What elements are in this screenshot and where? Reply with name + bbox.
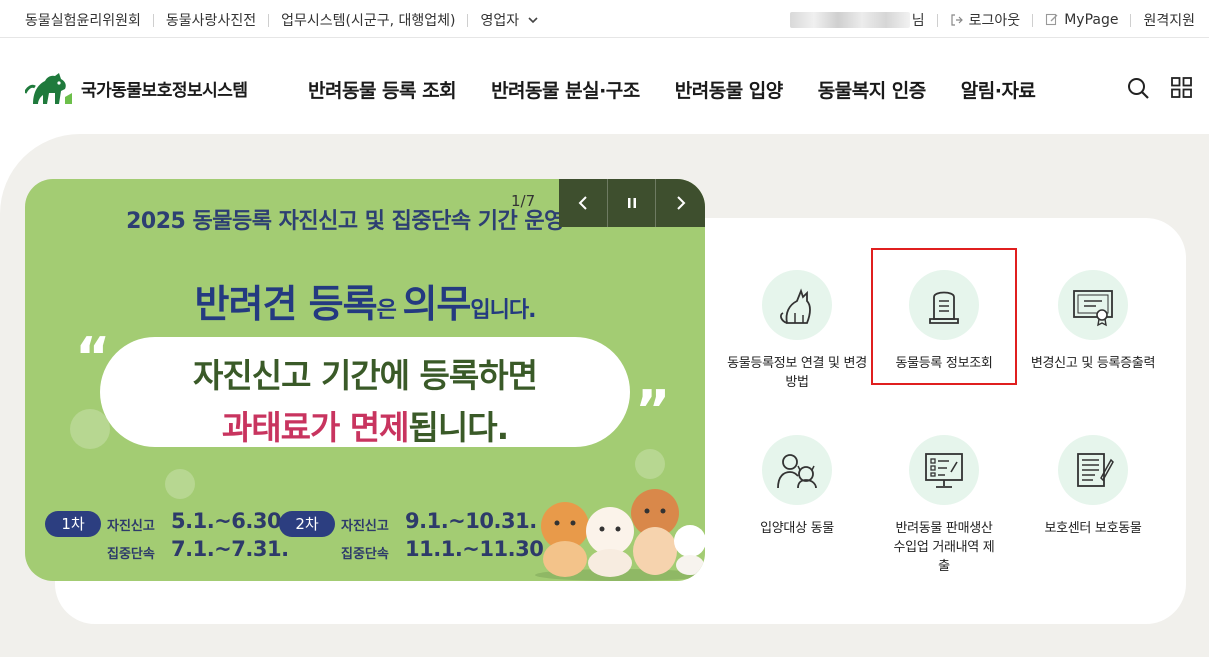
link-photo-contest[interactable]: 동물사랑사진전 (166, 10, 256, 30)
divider (1130, 13, 1132, 27)
selection-highlight-box (871, 248, 1017, 385)
main-nav: 반려동물 등록 조회 반려동물 분실·구조 반려동물 입양 동물복지 인증 알림… (308, 76, 1070, 103)
bubble-line-2: 과태료가 면제됩니다. (100, 401, 630, 449)
nav-pet-registration-lookup[interactable]: 반려동물 등록 조회 (308, 76, 457, 103)
search-icon[interactable] (1127, 77, 1149, 99)
promo-banner[interactable]: 2025 동물등록 자진신고 및 집중단속 기간 운영 반려견 등록은 의무입니… (25, 179, 705, 581)
site-header: 국가동물보호정보시스템 반려동물 등록 조회 반려동물 분실·구조 반려동물 입… (0, 39, 1209, 134)
banner-main-d: 입니다. (470, 298, 536, 323)
utility-links: 동물실험윤리위원회 동물사랑사진전 업무시스템(시군구, 대행업체) 영업자 (25, 10, 539, 30)
quick-menu-item-trade-history-submit[interactable]: 반려동물 판매생산수입업 거래내역 제출 (869, 435, 1019, 576)
round-1-badge: 1차 (45, 511, 101, 537)
round-2-badge: 2차 (279, 511, 335, 537)
chevron-right-icon (676, 196, 686, 210)
logout-icon (951, 14, 963, 26)
divider (1032, 13, 1034, 27)
prev-slide-button[interactable] (559, 179, 608, 227)
slide-counter: 1/7 (511, 192, 536, 210)
link-business-operator[interactable]: 영업자 (480, 10, 538, 30)
round-1-crack-dates: 7.1.~7.31. (171, 537, 289, 561)
cat-icon (780, 288, 811, 324)
speech-bubble: 자진신고 기간에 등록하면 과태료가 면제됩니다. (100, 337, 630, 447)
paw-decoration (165, 469, 195, 499)
quick-menu-label: 변경신고 및 등록증출력 (1030, 356, 1156, 371)
nav-welfare-certification[interactable]: 동물복지 인증 (818, 76, 927, 103)
quick-menu-icon-circle (762, 435, 832, 505)
close-quote: ” (635, 379, 671, 442)
chevron-left-icon (578, 196, 587, 210)
nav-lost-rescue[interactable]: 반려동물 분실·구조 (491, 76, 640, 103)
quick-menu-icon-circle (1058, 270, 1128, 340)
puppies-illustration (535, 489, 705, 581)
chevron-down-icon (528, 17, 538, 24)
banner-main-text: 반려견 등록은 의무입니다. (25, 273, 705, 328)
divider (268, 13, 270, 27)
round-2-self-label: 자진신고 (341, 519, 389, 534)
all-menu-icon[interactable] (1171, 77, 1192, 98)
banner-main-b: 은 (376, 298, 403, 323)
business-operator-label: 영업자 (480, 13, 520, 29)
round-2-crack-label: 집중단속 (341, 547, 389, 562)
logo-icon (25, 73, 72, 104)
quick-menu-icon-circle (909, 435, 979, 505)
site-logo[interactable]: 국가동물보호정보시스템 (25, 71, 248, 105)
round-1-self-dates: 5.1.~6.30. (171, 509, 289, 533)
user-links: 님 로그아웃 MyPage 원격지원 (789, 10, 1195, 30)
divider (467, 13, 469, 27)
quick-menu-icon-circle (1058, 435, 1128, 505)
quick-menu-label: 보호센터 보호동물 (1044, 521, 1142, 536)
pause-slide-button[interactable] (608, 179, 657, 227)
round-1-crack-label: 집중단속 (107, 547, 155, 562)
quick-menu-item-shelter-animals[interactable]: 보호센터 보호동물 (1018, 435, 1168, 538)
notepad-icon (1077, 453, 1114, 487)
pause-icon (627, 198, 636, 208)
person-dog-icon (777, 454, 817, 489)
quick-menu-label: 반려동물 판매생산수입업 거래내역 제출 (893, 521, 995, 574)
link-animal-ethics-committee[interactable]: 동물실험윤리위원회 (25, 10, 141, 30)
quick-menu-item-change-report-print[interactable]: 변경신고 및 등록증출력 (1018, 270, 1168, 373)
slider-controls (559, 179, 705, 227)
top-utility-bar: 동물실험윤리위원회 동물사랑사진전 업무시스템(시군구, 대행업체) 영업자 님… (0, 0, 1209, 38)
certificate-icon (1073, 290, 1113, 327)
logo-title: 국가동물보호정보시스템 (81, 80, 248, 101)
nav-notices-resources[interactable]: 알림·자료 (961, 76, 1036, 103)
remote-support-link[interactable]: 원격지원 (1143, 10, 1195, 30)
mypage-label: MyPage (1064, 12, 1119, 28)
edit-icon (1046, 13, 1058, 26)
round-1-self-label: 자진신고 (107, 519, 155, 534)
link-work-system[interactable]: 업무시스템(시군구, 대행업체) (281, 10, 455, 30)
next-slide-button[interactable] (656, 179, 705, 227)
monitor-list-icon (925, 453, 963, 488)
quick-menu-label: 동물등록정보 연결 및 변경방법 (727, 356, 867, 390)
bubble-line-1: 자진신고 기간에 등록하면 (193, 356, 538, 395)
divider (152, 13, 154, 27)
user-suffix: 님 (911, 13, 925, 29)
logout-link[interactable]: 로그아웃 (950, 10, 1021, 30)
header-actions (1127, 77, 1192, 99)
round-2-self-dates: 9.1.~10.31. (405, 509, 537, 533)
quick-menu-item-adoptable-animals[interactable]: 입양대상 동물 (722, 435, 872, 538)
quick-menu-icon-circle (762, 270, 832, 340)
nav-adoption[interactable]: 반려동물 입양 (675, 76, 784, 103)
divider (936, 13, 938, 27)
mypage-link[interactable]: MyPage (1045, 12, 1118, 28)
bubble-line-2a: 과태료가 면제 (221, 408, 410, 447)
bubble-line-2b: 됩니다. (408, 408, 510, 447)
logout-label: 로그아웃 (968, 13, 1021, 29)
banner-main-c: 의무 (402, 282, 471, 326)
blurred-user-name (789, 12, 910, 28)
banner-main-a: 반려견 등록 (194, 282, 378, 326)
quick-menu-item-registration-link-guide[interactable]: 동물등록정보 연결 및 변경방법 (722, 270, 872, 392)
quick-menu-label: 입양대상 동물 (760, 521, 834, 536)
